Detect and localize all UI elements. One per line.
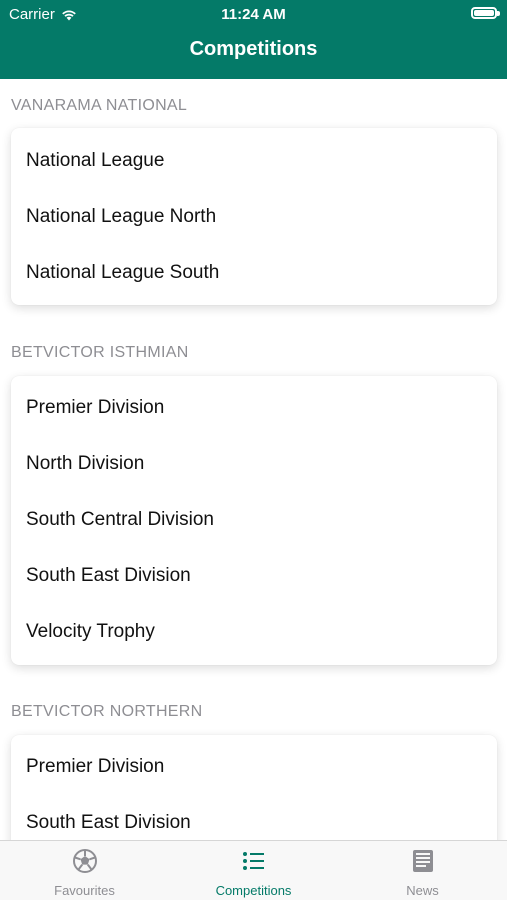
section-header: BETVICTOR NORTHERN: [11, 703, 203, 720]
list-item[interactable]: National League South: [26, 258, 219, 288]
section-card: Premier Division North Division South Ce…: [11, 376, 497, 665]
list-item[interactable]: North Division: [26, 449, 144, 479]
tab-news[interactable]: News: [338, 841, 507, 901]
list-item[interactable]: South Central Division: [26, 505, 214, 535]
clock: 11:24 AM: [221, 6, 286, 23]
tab-label: Favourites: [54, 883, 115, 898]
section-card: National League National League North Na…: [11, 128, 497, 305]
list-item[interactable]: National League: [26, 146, 164, 176]
competitions-list[interactable]: VANARAMA NATIONAL National League Nation…: [0, 79, 507, 840]
tab-label: News: [406, 883, 439, 898]
soccer-ball-icon: [73, 849, 97, 873]
battery-icon: [471, 7, 500, 19]
status-bar: Carrier 11:24 AM: [0, 0, 507, 28]
page-title: Competitions: [189, 38, 318, 60]
section-card: Premier Division South East Division: [11, 735, 497, 840]
list-item[interactable]: Premier Division: [26, 752, 164, 782]
tab-bar: Favourites Competitions News: [0, 840, 507, 900]
tab-competitions[interactable]: Competitions: [169, 841, 338, 901]
list-icon: [243, 852, 264, 870]
list-item[interactable]: South East Division: [26, 808, 191, 838]
list-item[interactable]: National League North: [26, 202, 216, 232]
tab-favourites[interactable]: Favourites: [0, 841, 169, 901]
newspaper-icon: [413, 850, 433, 872]
tab-label: Competitions: [215, 883, 292, 898]
list-item[interactable]: Premier Division: [26, 393, 164, 423]
list-item[interactable]: Velocity Trophy: [26, 617, 155, 647]
section-header: BETVICTOR ISTHMIAN: [11, 344, 189, 361]
nav-header: Carrier 11:24 AM Competitions: [0, 0, 507, 79]
list-item[interactable]: South East Division: [26, 561, 191, 591]
section-header: VANARAMA NATIONAL: [11, 97, 188, 114]
